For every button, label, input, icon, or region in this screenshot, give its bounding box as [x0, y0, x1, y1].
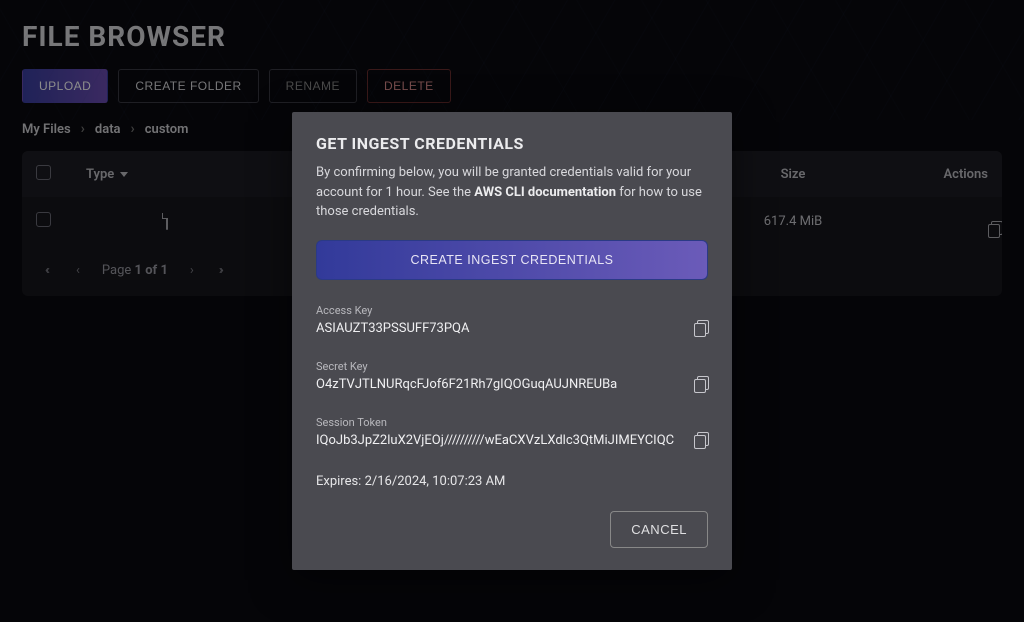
session-token-label: Session Token: [316, 416, 684, 429]
access-key-label: Access Key: [316, 304, 684, 317]
aws-cli-doc-link[interactable]: AWS CLI documentation: [474, 185, 616, 200]
copy-session-token-icon[interactable]: [694, 432, 708, 448]
credentials-modal: GET INGEST CREDENTIALS By confirming bel…: [292, 112, 732, 570]
session-token-value: IQoJb3JpZ2luX2VjEOj//////////wEaCXVzLXdl…: [316, 433, 684, 448]
copy-secret-key-icon[interactable]: [694, 376, 708, 392]
secret-key-label: Secret Key: [316, 360, 684, 373]
access-key-value: ASIAUZT33PSSUFF73PQA: [316, 321, 684, 336]
secret-key-value: O4zTVJTLNURqcFJof6F21Rh7gIQOGuqAUJNREUBa: [316, 377, 684, 392]
expires-text: Expires: 2/16/2024, 10:07:23 AM: [316, 474, 708, 489]
modal-title: GET INGEST CREDENTIALS: [316, 134, 708, 153]
modal-backdrop: GET INGEST CREDENTIALS By confirming bel…: [0, 0, 1024, 622]
copy-access-key-icon[interactable]: [694, 320, 708, 336]
create-credentials-button[interactable]: CREATE INGEST CREDENTIALS: [316, 240, 708, 280]
cancel-button[interactable]: CANCEL: [610, 511, 708, 548]
modal-body: By confirming below, you will be granted…: [316, 163, 708, 222]
